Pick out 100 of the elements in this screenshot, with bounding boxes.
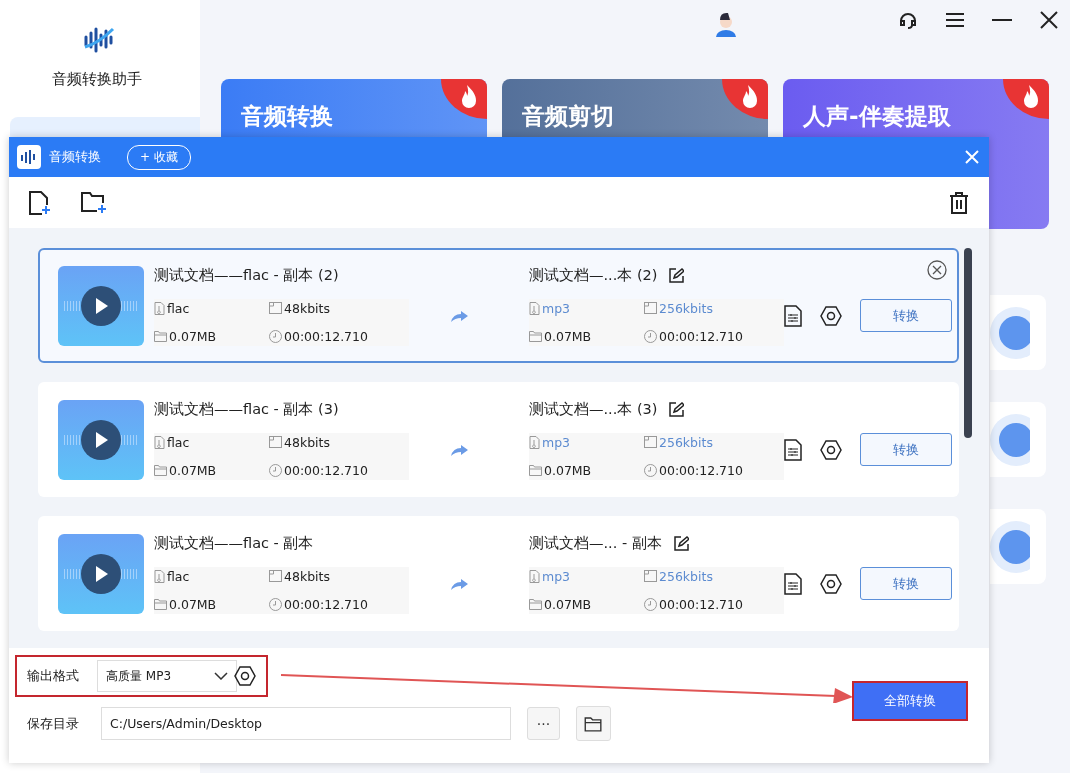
bitrate-icon [644, 570, 657, 582]
bitrate-icon [269, 436, 282, 448]
settings-icon[interactable] [820, 305, 842, 326]
convert-all-button[interactable]: 全部转换 [852, 681, 968, 721]
settings-file-icon[interactable] [784, 304, 802, 327]
convert-button[interactable]: 转换 [860, 567, 952, 600]
more-button[interactable]: ··· [527, 707, 560, 740]
music-file-icon [154, 301, 165, 315]
format-label: mp3 [529, 568, 644, 584]
duration-label: 00:00:12.710 [269, 328, 409, 344]
app-logo-icon [17, 145, 41, 169]
edit-icon[interactable] [669, 267, 685, 283]
format-label: flac [154, 568, 269, 584]
settings-icon[interactable] [820, 439, 842, 460]
menu-icon[interactable] [946, 12, 964, 28]
bitrate-icon [644, 302, 657, 314]
chevron-down-icon [214, 672, 228, 680]
bitrate-icon [269, 302, 282, 314]
clock-icon [644, 597, 657, 611]
app-title: 音频转换助手 [52, 70, 142, 89]
bitrate-label: 256kbits [644, 300, 784, 316]
clock-icon [269, 329, 282, 343]
settings-file-icon[interactable] [784, 572, 802, 595]
music-file-icon [154, 569, 165, 583]
save-dir-field[interactable]: C:/Users/Admin/Desktop [101, 707, 511, 740]
clock-icon [644, 329, 657, 343]
bitrate-label: 256kbits [644, 434, 784, 450]
clock-icon [644, 463, 657, 477]
format-label: flac [154, 434, 269, 450]
edit-icon[interactable] [673, 535, 689, 551]
clock-icon [269, 597, 282, 611]
bitrate-label: 256kbits [644, 568, 784, 584]
convert-button[interactable]: 转换 [860, 299, 952, 332]
dialog-title: 音频转换 [49, 148, 101, 166]
output-format-label: 输出格式 [27, 667, 80, 685]
remove-icon[interactable] [927, 260, 947, 280]
folder-icon [529, 598, 542, 610]
file-row[interactable]: 测试文档——flac - 副本 (2) flac 48kbits 0.07MB 00:00:12.710 测试文档—...本 (2) mp3 256kbits 0.07MB 00:00:12.710 转换 [38, 248, 959, 363]
settings-icon[interactable] [820, 573, 842, 594]
audio-thumbnail[interactable] [58, 265, 144, 346]
size-label: 0.07MB [154, 328, 269, 344]
settings-file-icon[interactable] [784, 438, 802, 461]
round-icon [990, 520, 1030, 573]
size-label: 0.07MB [529, 328, 644, 344]
round-icon [990, 413, 1030, 466]
music-file-icon [154, 435, 165, 449]
avatar-icon[interactable] [714, 11, 738, 37]
size-label: 0.07MB [529, 596, 644, 612]
duration-label: 00:00:12.710 [644, 596, 784, 612]
size-label: 0.07MB [529, 462, 644, 478]
file-row[interactable]: 测试文档——flac - 副本 flac 48kbits 0.07MB 00:00:12.710 测试文档—... - 副本 mp3 256kbits 0.07MB 00:00:12.710 转换 [38, 516, 959, 631]
folder-icon [154, 598, 167, 610]
flame-icon [441, 79, 487, 119]
bitrate-icon [269, 570, 282, 582]
duration-label: 00:00:12.710 [269, 462, 409, 478]
folder-icon [154, 330, 167, 342]
duration-label: 00:00:12.710 [644, 328, 784, 344]
size-label: 0.07MB [154, 462, 269, 478]
settings-icon[interactable] [234, 666, 256, 686]
flame-icon [1003, 79, 1049, 119]
output-file-name: 测试文档—... - 副本 [529, 533, 662, 553]
convert-button[interactable]: 转换 [860, 433, 952, 466]
folder-icon [529, 330, 542, 342]
format-label: mp3 [529, 300, 644, 316]
folder-icon [529, 464, 542, 476]
file-name: 测试文档——flac - 副本 (2) [154, 265, 339, 285]
close-icon[interactable] [1040, 11, 1058, 29]
bitrate-label: 48kbits [269, 568, 409, 584]
round-icon [990, 306, 1030, 359]
bitrate-icon [644, 436, 657, 448]
favorite-button[interactable]: + 收藏 [127, 144, 191, 170]
format-dropdown[interactable]: 高质量 MP3 [97, 660, 237, 692]
format-label: mp3 [529, 434, 644, 450]
audio-thumbnail[interactable] [58, 399, 144, 480]
folder-icon [154, 464, 167, 476]
trash-icon[interactable] [949, 191, 969, 214]
app-logo-icon [83, 25, 115, 53]
flame-icon [722, 79, 768, 119]
headset-icon[interactable] [898, 10, 918, 30]
output-file-name: 测试文档—...本 (2) [529, 265, 658, 285]
file-name: 测试文档——flac - 副本 [154, 533, 314, 553]
output-file-name: 测试文档—...本 (3) [529, 399, 658, 419]
file-row[interactable]: 测试文档——flac - 副本 (3) flac 48kbits 0.07MB 00:00:12.710 测试文档—...本 (3) mp3 256kbits 0.07MB 00:00:12.710 转换 [38, 382, 959, 497]
duration-label: 00:00:12.710 [269, 596, 409, 612]
add-file-icon[interactable] [29, 190, 51, 215]
clock-icon [269, 463, 282, 477]
file-name: 测试文档——flac - 副本 (3) [154, 399, 339, 419]
audio-thumbnail[interactable] [58, 533, 144, 614]
size-label: 0.07MB [154, 596, 269, 612]
edit-icon[interactable] [669, 401, 685, 417]
music-file-icon [529, 569, 540, 583]
save-dir-label: 保存目录 [27, 714, 80, 733]
music-file-icon [529, 301, 540, 315]
add-folder-icon[interactable] [81, 191, 107, 214]
duration-label: 00:00:12.710 [644, 462, 784, 478]
music-file-icon [529, 435, 540, 449]
minimize-icon[interactable] [992, 18, 1012, 22]
folder-open-icon[interactable] [576, 706, 611, 741]
bitrate-label: 48kbits [269, 300, 409, 316]
scrollbar[interactable] [964, 248, 972, 438]
